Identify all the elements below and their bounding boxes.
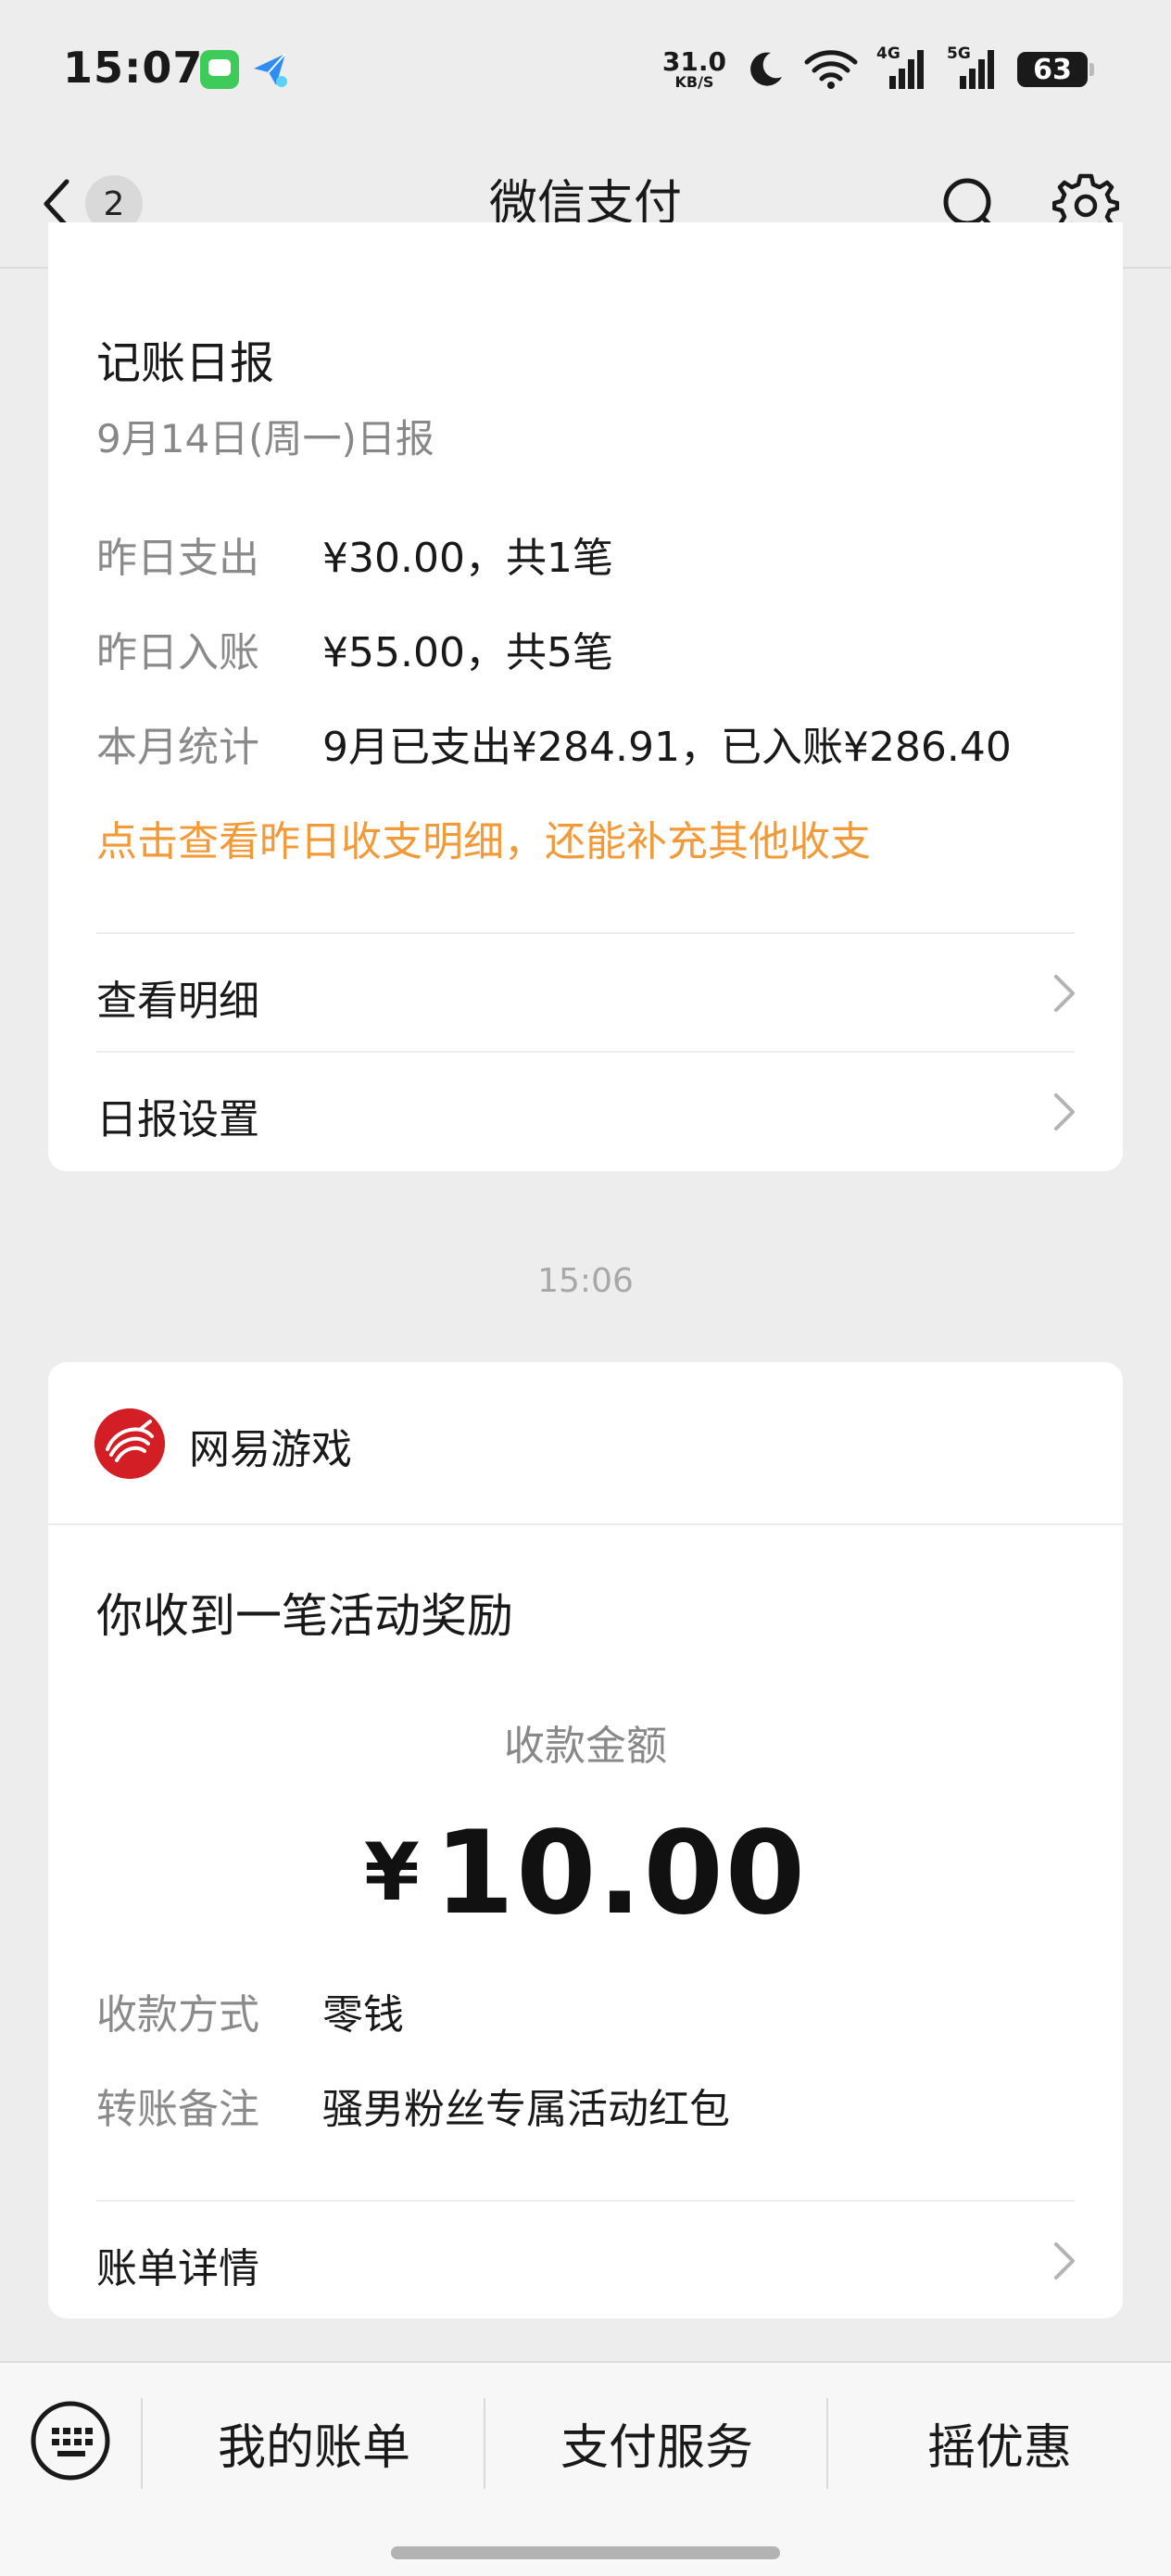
paper-plane-app-icon	[254, 53, 287, 87]
view-detail-hint-link[interactable]: 点击查看昨日收支明细，还能补充其他收支	[96, 808, 871, 867]
signal-bars-icon	[889, 50, 924, 89]
yesterday-income-value: ¥55.00，共5笔	[322, 629, 613, 676]
yesterday-expense-label: 昨日支出	[96, 535, 259, 582]
status-bar: 15:07 31.0 KB/S 4G 5G 63	[0, 0, 1171, 139]
menu-my-bills[interactable]: 我的账单	[143, 2396, 485, 2489]
home-indicator[interactable]	[391, 2546, 780, 2559]
reward-title: 你收到一笔活动奖励	[96, 1589, 513, 1643]
network-speed-value: 31.0	[661, 46, 726, 77]
chevron-right-icon	[1054, 975, 1075, 1012]
report-settings-label: 日报设置	[96, 1096, 259, 1143]
netease-games-logo-icon	[94, 1408, 165, 1479]
payment-method-value: 零钱	[322, 1991, 404, 2039]
yesterday-expense-value: ¥30.00，共1笔	[322, 535, 613, 582]
transfer-note-label: 转账备注	[96, 2086, 259, 2133]
brand-header[interactable]: 网易游戏	[48, 1362, 1123, 1525]
payment-method-label: 收款方式	[96, 1991, 259, 2039]
report-settings-item[interactable]: 日报设置	[48, 1053, 1123, 1169]
signal-bars-icon	[960, 50, 994, 89]
yesterday-income-label: 昨日入账	[96, 629, 259, 676]
amount-value: ¥10.00	[48, 1807, 1123, 1940]
keyboard-icon[interactable]	[30, 2400, 111, 2481]
wechat-pay-screen: 15:07 31.0 KB/S 4G 5G 63 2 微信支付 记账日报 9月1…	[0, 0, 1171, 2576]
messages-app-icon	[200, 50, 239, 89]
chevron-right-icon	[1054, 1093, 1075, 1130]
status-right-group: 31.0 KB/S 4G 5G 63	[662, 44, 1094, 93]
bottom-menu-bar: 我的账单 支付服务 摇优惠	[0, 2361, 1171, 2576]
signal-4g: 4G	[876, 44, 928, 91]
view-details-item[interactable]: 查看明细	[48, 934, 1123, 1051]
reward-card[interactable]: 网易游戏 你收到一笔活动奖励 收款金额 ¥10.00 收款方式 零钱 转账备注 …	[48, 1362, 1123, 2318]
message-timestamp: 15:06	[537, 1262, 634, 1300]
bill-details-label: 账单详情	[96, 2245, 259, 2292]
battery-indicator: 63	[1017, 52, 1094, 87]
view-details-label: 查看明细	[96, 978, 259, 1025]
daily-report-date: 9月14日(周一)日报	[96, 416, 434, 461]
currency-symbol: ¥	[363, 1826, 422, 1919]
network-speed: 31.0 KB/S	[662, 49, 726, 90]
monthly-stats-label: 本月统计	[96, 724, 259, 771]
daily-report-title: 记账日报	[96, 337, 275, 389]
wifi-icon	[804, 50, 858, 89]
amount-number: 10.00	[434, 1807, 808, 1940]
transfer-note-value: 骚男粉丝专属活动红包	[322, 2086, 730, 2133]
menu-shake-deals[interactable]: 摇优惠	[828, 2396, 1171, 2489]
moon-icon	[750, 52, 782, 86]
brand-name: 网易游戏	[189, 1426, 352, 1473]
bill-details-item[interactable]: 账单详情	[48, 2202, 1123, 2318]
status-time: 15:07	[63, 43, 204, 93]
daily-report-card: 记账日报 9月14日(周一)日报 昨日支出 ¥30.00，共1笔 昨日入账 ¥5…	[48, 222, 1123, 1171]
menu-payment-services[interactable]: 支付服务	[485, 2396, 828, 2489]
amount-label: 收款金额	[504, 1723, 667, 1770]
chevron-right-icon	[1054, 2242, 1075, 2279]
network-speed-unit: KB/S	[674, 73, 714, 91]
monthly-stats-value: 9月已支出¥284.91，已入账¥286.40	[322, 724, 1012, 771]
signal-5g: 5G	[947, 44, 999, 91]
